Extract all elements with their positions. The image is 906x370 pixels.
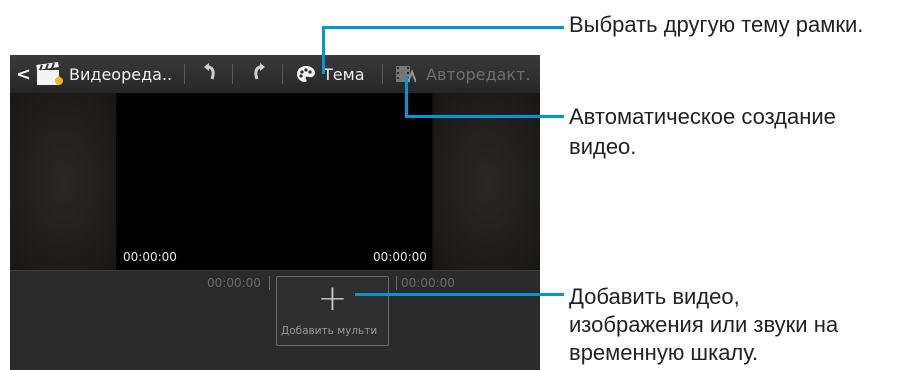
theme-label: Тема <box>323 64 365 84</box>
app-title-button[interactable]: Видеореда.. <box>35 55 172 93</box>
autoedit-button[interactable]: Авторедакт. <box>394 55 530 93</box>
redo-icon <box>252 63 266 85</box>
video-editor-screen: < Видеореда.. Тема Авторедакт. 00:00:00 … <box>10 55 540 370</box>
timeline-end-time: 00:00:00 <box>401 276 455 290</box>
add-media-label: Добавить мульти <box>281 325 378 337</box>
undo-icon <box>203 63 217 85</box>
clapperboard-icon <box>35 61 65 87</box>
theme-button[interactable]: Тема <box>296 55 365 93</box>
video-preview: 00:00:00 00:00:00 <box>10 93 540 270</box>
preview-start-time: 00:00:00 <box>123 250 177 264</box>
divider <box>282 64 283 84</box>
palette-icon <box>296 65 316 83</box>
back-button[interactable]: < <box>16 55 32 93</box>
undo-button[interactable] <box>197 55 223 93</box>
annotation-add-line1: Добавить видео, <box>569 284 740 309</box>
divider <box>382 64 383 84</box>
divider <box>232 64 233 84</box>
timeline[interactable]: 00:00:00 00:00:00 + Добавить мульти <box>10 270 540 370</box>
add-media-button[interactable]: + Добавить мульти <box>276 276 389 346</box>
timeline-marker <box>269 276 270 290</box>
preview-right-panel <box>434 93 540 270</box>
video-frame[interactable] <box>116 93 432 270</box>
divider <box>184 64 185 84</box>
annotation-theme: Выбрать другую тему рамки. <box>569 12 864 37</box>
callout-line <box>322 26 325 74</box>
back-icon: < <box>16 63 32 85</box>
callout-line <box>355 293 564 296</box>
annotation-autoedit-line2: видео. <box>569 134 637 159</box>
timeline-start-time: 00:00:00 <box>207 276 261 290</box>
annotation-autoedit-line1: Автоматическое создание <box>569 104 836 129</box>
callout-line <box>405 115 564 118</box>
app-title: Видеореда.. <box>69 64 173 84</box>
plus-icon: + <box>317 278 348 319</box>
preview-left-panel <box>10 93 116 270</box>
preview-end-time: 00:00:00 <box>373 250 427 264</box>
annotation-add-line3: временную шкалу. <box>569 340 759 365</box>
timeline-marker <box>396 276 397 290</box>
annotation-add-line2: изображения или звуки на <box>569 312 839 337</box>
callout-line <box>322 26 564 29</box>
action-bar: < Видеореда.. Тема Авторедакт. <box>10 55 540 94</box>
autoedit-label: Авторедакт. <box>426 64 531 84</box>
redo-button[interactable] <box>246 55 272 93</box>
callout-line <box>405 76 408 116</box>
